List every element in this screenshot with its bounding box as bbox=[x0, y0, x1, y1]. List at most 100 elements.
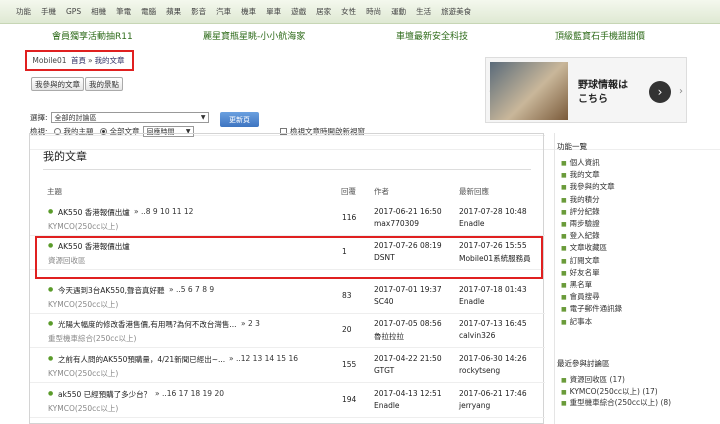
recent-forum-label: 資源回收區 (17) bbox=[569, 375, 625, 384]
article-forum[interactable]: KYMCO(250cc以上) bbox=[48, 221, 118, 232]
promo-link-2[interactable]: 麗星寶瓶星眺-小小航海家 bbox=[203, 29, 305, 42]
post-date: 2017-07-05 08:56 bbox=[374, 319, 442, 328]
topnav-item[interactable]: 機車 bbox=[241, 6, 256, 17]
sidebar-item-label: 登入紀錄 bbox=[569, 231, 600, 241]
bullet-icon: ■ bbox=[561, 184, 567, 192]
article-forum[interactable]: 重型機車綜合(250cc以上) bbox=[48, 333, 136, 344]
article-forum[interactable]: KYMCO(250cc以上) bbox=[48, 368, 118, 379]
promo-link-1[interactable]: 會員獨享活動抽R11 bbox=[52, 29, 133, 42]
sidebar-item[interactable]: ■ 評分紀錄 bbox=[561, 206, 600, 217]
sidebar-item[interactable]: ■ 登入紀錄 bbox=[561, 230, 600, 241]
update-button[interactable]: 更新頁 bbox=[220, 112, 259, 127]
sidebar-item[interactable]: ■ 我參與的文章 bbox=[561, 181, 615, 192]
topnav-item[interactable]: 功能 bbox=[16, 6, 31, 17]
post-author[interactable]: SC40 bbox=[374, 297, 394, 306]
sidebar-item[interactable]: ■ 訂閱文章 bbox=[561, 255, 600, 266]
sidebar-item[interactable]: ■ 文章收藏區 bbox=[561, 242, 607, 253]
bullet-icon: ■ bbox=[561, 294, 567, 302]
article-title[interactable]: ak550 已經預購了多少台？ bbox=[58, 389, 151, 400]
post-author[interactable]: Enadle bbox=[374, 401, 400, 410]
promo-link-3[interactable]: 車壇最新安全科技 bbox=[396, 29, 468, 42]
sidebar-item[interactable]: ■ 我的文章 bbox=[561, 169, 600, 180]
article-title[interactable]: 光陽大幅度的修改香港售價,有用嗎?為何不改台灣售... bbox=[58, 319, 237, 330]
sidebar-item[interactable]: ■ 會員搜尋 bbox=[561, 291, 600, 302]
sidebar-item[interactable]: ■ 好友名單 bbox=[561, 267, 600, 278]
breadcrumb-current: 我的文章 bbox=[94, 56, 125, 65]
bullet-icon: ● bbox=[48, 286, 54, 293]
topnav-item[interactable]: 蘋果 bbox=[166, 6, 181, 17]
bullet-icon: ■ bbox=[561, 233, 567, 241]
page-title: 我的文章 bbox=[43, 150, 87, 163]
ad-arrow-button[interactable]: › bbox=[649, 81, 671, 103]
topnav-item[interactable]: 時尚 bbox=[366, 6, 381, 17]
topnav-item[interactable]: 居家 bbox=[316, 6, 331, 17]
article-title[interactable]: AK550 香港報價出爐 bbox=[58, 207, 130, 218]
reply-count: 83 bbox=[342, 291, 352, 300]
reply-count: 155 bbox=[342, 360, 357, 369]
topnav-item[interactable]: 電腦 bbox=[141, 6, 156, 17]
topnav-item[interactable]: 影音 bbox=[191, 6, 206, 17]
sidebar-item[interactable]: ■ 我的積分 bbox=[561, 194, 600, 205]
sidebar-item[interactable]: ■ 兩步驗證 bbox=[561, 218, 600, 229]
latest-author[interactable]: Enadle bbox=[459, 219, 485, 228]
bullet-icon: ■ bbox=[561, 245, 567, 253]
page-links[interactable]: » ..5 6 7 8 9 bbox=[169, 285, 214, 294]
sidebar-item-label: 會員搜尋 bbox=[569, 292, 600, 302]
page-links[interactable]: » 2 3 bbox=[241, 319, 260, 328]
article-title[interactable]: 之前有人問的AK550預購量，4/21新聞已經出~... bbox=[58, 354, 225, 365]
bullet-icon: ■ bbox=[561, 388, 567, 396]
bullet-icon: ■ bbox=[561, 377, 567, 384]
my-view-button[interactable]: 我的景點 bbox=[85, 77, 123, 91]
bullet-icon: ● bbox=[48, 208, 54, 215]
latest-author[interactable]: calvin326 bbox=[459, 331, 495, 340]
sidebar-item[interactable]: ■ 個人資訊 bbox=[561, 157, 600, 168]
post-author[interactable]: GTGT bbox=[374, 366, 394, 375]
header-replies: 回覆 bbox=[341, 187, 356, 196]
topnav-item[interactable]: 汽車 bbox=[216, 6, 231, 17]
table-row: ● ak550 已經預購了多少台？ » ..16 17 18 19 20 KYMCO(… bbox=[30, 382, 545, 418]
topnav-item[interactable]: 筆電 bbox=[116, 6, 131, 17]
post-author[interactable]: max770309 bbox=[374, 219, 419, 228]
latest-author[interactable]: Enadle bbox=[459, 297, 485, 306]
topnav-item[interactable]: 旅遊美食 bbox=[441, 6, 471, 17]
topnav-item[interactable]: 女性 bbox=[341, 6, 356, 17]
bullet-icon: ■ bbox=[561, 282, 567, 289]
bullet-icon: ● bbox=[48, 355, 54, 362]
ad-banner[interactable]: ‹ 野球情報は こちら › › bbox=[485, 57, 687, 123]
recent-forum-item[interactable]: ■ KYMCO(250cc以上) (17) bbox=[561, 386, 658, 397]
topnav-item[interactable]: 相機 bbox=[91, 6, 106, 17]
topnav-item[interactable]: 生活 bbox=[416, 6, 431, 17]
page-links[interactable]: » ..16 17 18 19 20 bbox=[155, 389, 224, 398]
bullet-icon: ■ bbox=[561, 318, 567, 326]
promo-link-4[interactable]: 頂級藍寶石手機甜甜價 bbox=[555, 29, 645, 42]
breadcrumb: Mobile01 首頁 » 我的文章 bbox=[25, 50, 134, 71]
recent-forum-item[interactable]: ■ 重型機車綜合(250cc以上) (8) bbox=[561, 397, 671, 408]
topnav-item[interactable]: 遊戲 bbox=[291, 6, 306, 17]
article-forum[interactable]: KYMCO(250cc以上) bbox=[48, 403, 118, 414]
sidebar-item[interactable]: ■ 電子郵件通訊錄 bbox=[561, 303, 622, 314]
page-links[interactable]: » ..12 13 14 15 16 bbox=[229, 354, 298, 363]
breadcrumb-home[interactable]: 首頁 bbox=[71, 55, 86, 66]
page-links[interactable]: » ..8 9 10 11 12 bbox=[134, 207, 193, 216]
topnav-item[interactable]: 運動 bbox=[391, 6, 406, 17]
header-latest: 最新回應 bbox=[459, 187, 489, 196]
latest-author[interactable]: rockytseng bbox=[459, 366, 500, 375]
sidebar-item-label: 黑名單 bbox=[569, 280, 593, 289]
topnav-item[interactable]: 單車 bbox=[266, 6, 281, 17]
ad-image bbox=[490, 62, 568, 120]
latest-date: 2017-07-13 16:45 bbox=[459, 319, 527, 328]
sidebar-item[interactable]: ■ 黑名單 bbox=[561, 279, 592, 290]
recent-forum-item[interactable]: ■ 資源回收區 (17) bbox=[561, 374, 625, 385]
participated-button[interactable]: 我參與的文章 bbox=[31, 77, 84, 91]
latest-date: 2017-07-28 10:48 bbox=[459, 207, 527, 216]
article-title[interactable]: 今天遇到3台AK550,聲音真好聽 bbox=[58, 285, 165, 296]
post-author[interactable]: 魯拉拉拉 bbox=[374, 331, 404, 342]
latest-author[interactable]: jerryang bbox=[459, 401, 490, 410]
latest-date: 2017-06-21 17:46 bbox=[459, 389, 527, 398]
breadcrumb-site[interactable]: Mobile01 bbox=[32, 56, 66, 65]
sidebar-item[interactable]: ■ 記事本 bbox=[561, 316, 592, 327]
article-forum[interactable]: KYMCO(250cc以上) bbox=[48, 299, 118, 310]
chevron-right-icon[interactable]: › bbox=[676, 58, 686, 122]
topnav-item[interactable]: 手機 bbox=[41, 6, 56, 17]
topnav-item[interactable]: GPS bbox=[66, 7, 81, 16]
